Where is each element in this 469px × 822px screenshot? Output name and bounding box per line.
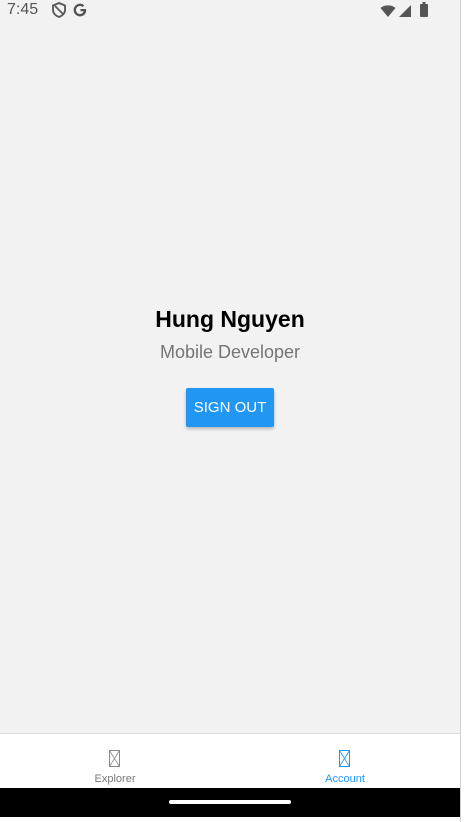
app-screen: 7:45 Hung Nguyen Mobile Developer SIGN O… xyxy=(0,0,460,822)
tab-account[interactable]: Account xyxy=(230,734,460,789)
signal-icon xyxy=(398,3,412,22)
shield-icon xyxy=(52,2,66,22)
battery-icon xyxy=(420,2,428,21)
tab-explorer[interactable]: Explorer xyxy=(0,734,230,789)
profile-name: Hung Nguyen xyxy=(155,306,305,332)
google-icon xyxy=(72,2,88,22)
placeholder-image-icon xyxy=(109,750,120,771)
placeholder-image-icon xyxy=(339,750,350,771)
tab-account-label: Account xyxy=(325,773,365,785)
bottom-tab-bar: Explorer Account xyxy=(0,733,460,788)
wifi-icon xyxy=(380,3,396,22)
system-navigation-bar xyxy=(0,788,460,817)
tab-explorer-label: Explorer xyxy=(94,773,136,785)
window-edge xyxy=(460,0,469,822)
bottom-edge xyxy=(0,817,460,822)
status-bar: 7:45 xyxy=(0,0,460,22)
home-indicator[interactable] xyxy=(169,800,291,804)
profile-role: Mobile Developer xyxy=(159,342,301,362)
sign-out-button[interactable]: SIGN OUT xyxy=(186,388,274,427)
status-time: 7:45 xyxy=(7,1,39,18)
